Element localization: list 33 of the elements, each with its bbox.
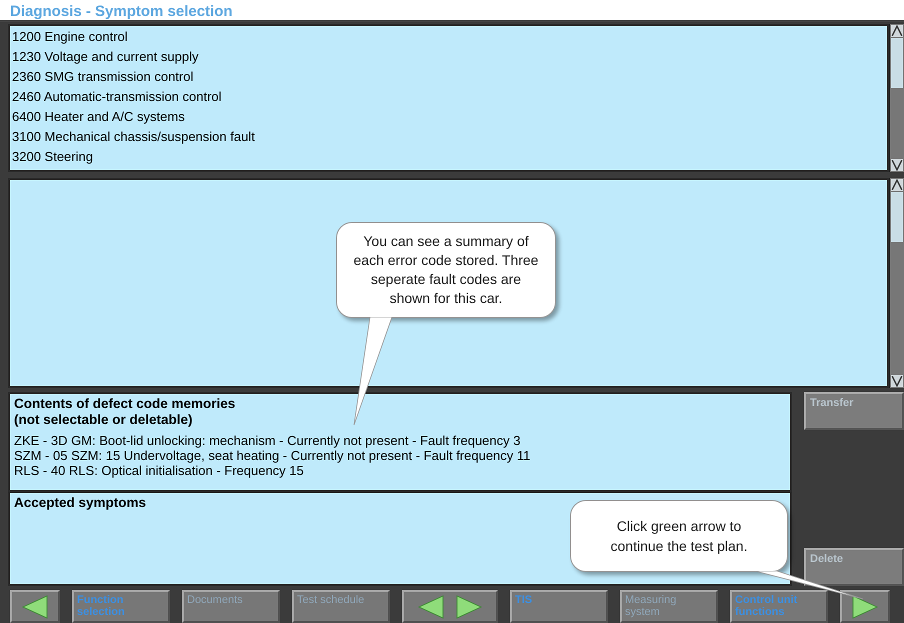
section-subheading: (not selectable or deletable) — [14, 412, 194, 428]
scroll-thumb[interactable] — [891, 192, 903, 242]
list-item[interactable]: 1200 Engine control — [12, 27, 885, 47]
forward-button[interactable] — [840, 590, 890, 623]
left-arrow-icon[interactable] — [416, 594, 446, 618]
right-arrow-icon — [850, 594, 880, 618]
window-title: Diagnosis - Symptom selection — [10, 3, 233, 20]
toolbar-button[interactable]: TIS — [510, 590, 608, 623]
list-item[interactable]: 3100 Mechanical chassis/suspension fault — [12, 127, 885, 147]
right-arrow-icon[interactable] — [454, 594, 484, 618]
scrollbar[interactable] — [889, 178, 904, 388]
scroll-down-icon[interactable] — [891, 159, 903, 171]
list-item[interactable]: 2360 SMG transmission control — [12, 67, 885, 87]
toolbar-button[interactable]: Function selection — [72, 590, 170, 623]
fault-entry: SZM - 05 SZM: 15 Undervoltage, seat heating - Currently not present - Fault frequency 11 — [14, 448, 532, 463]
callout: Click green arrow to continue the test plan. — [570, 500, 788, 572]
scrollbar[interactable] — [889, 24, 904, 172]
back-button[interactable] — [10, 590, 60, 623]
list-item[interactable]: 2460 Automatic-transmission control — [12, 87, 885, 107]
section-heading: Contents of defect code memories — [14, 396, 236, 412]
list-item[interactable]: 3200 Steering — [12, 147, 885, 167]
callout: You can see a summary of each error code stored. Three seperate fault codes are shown for this car. — [336, 222, 556, 318]
scroll-up-icon[interactable] — [891, 179, 903, 191]
scroll-up-icon[interactable] — [891, 25, 903, 37]
toolbar-button[interactable]: Control unit functions — [730, 590, 828, 623]
scroll-thumb[interactable] — [891, 38, 903, 88]
list-item[interactable]: 1230 Voltage and current supply — [12, 47, 885, 67]
left-arrow-icon — [20, 594, 50, 618]
section-heading: Accepted symptoms — [14, 495, 148, 511]
fault-entry: ZKE - 3D GM: Boot-lid unlocking: mechanism - Currently not present - Fault frequency 3 — [14, 433, 522, 448]
list-item[interactable]: 6400 Heater and A/C systems — [12, 107, 885, 127]
fault-entry: RLS - 40 RLS: Optical initialisation - Frequency 15 — [14, 463, 305, 478]
scroll-down-icon[interactable] — [891, 375, 903, 387]
